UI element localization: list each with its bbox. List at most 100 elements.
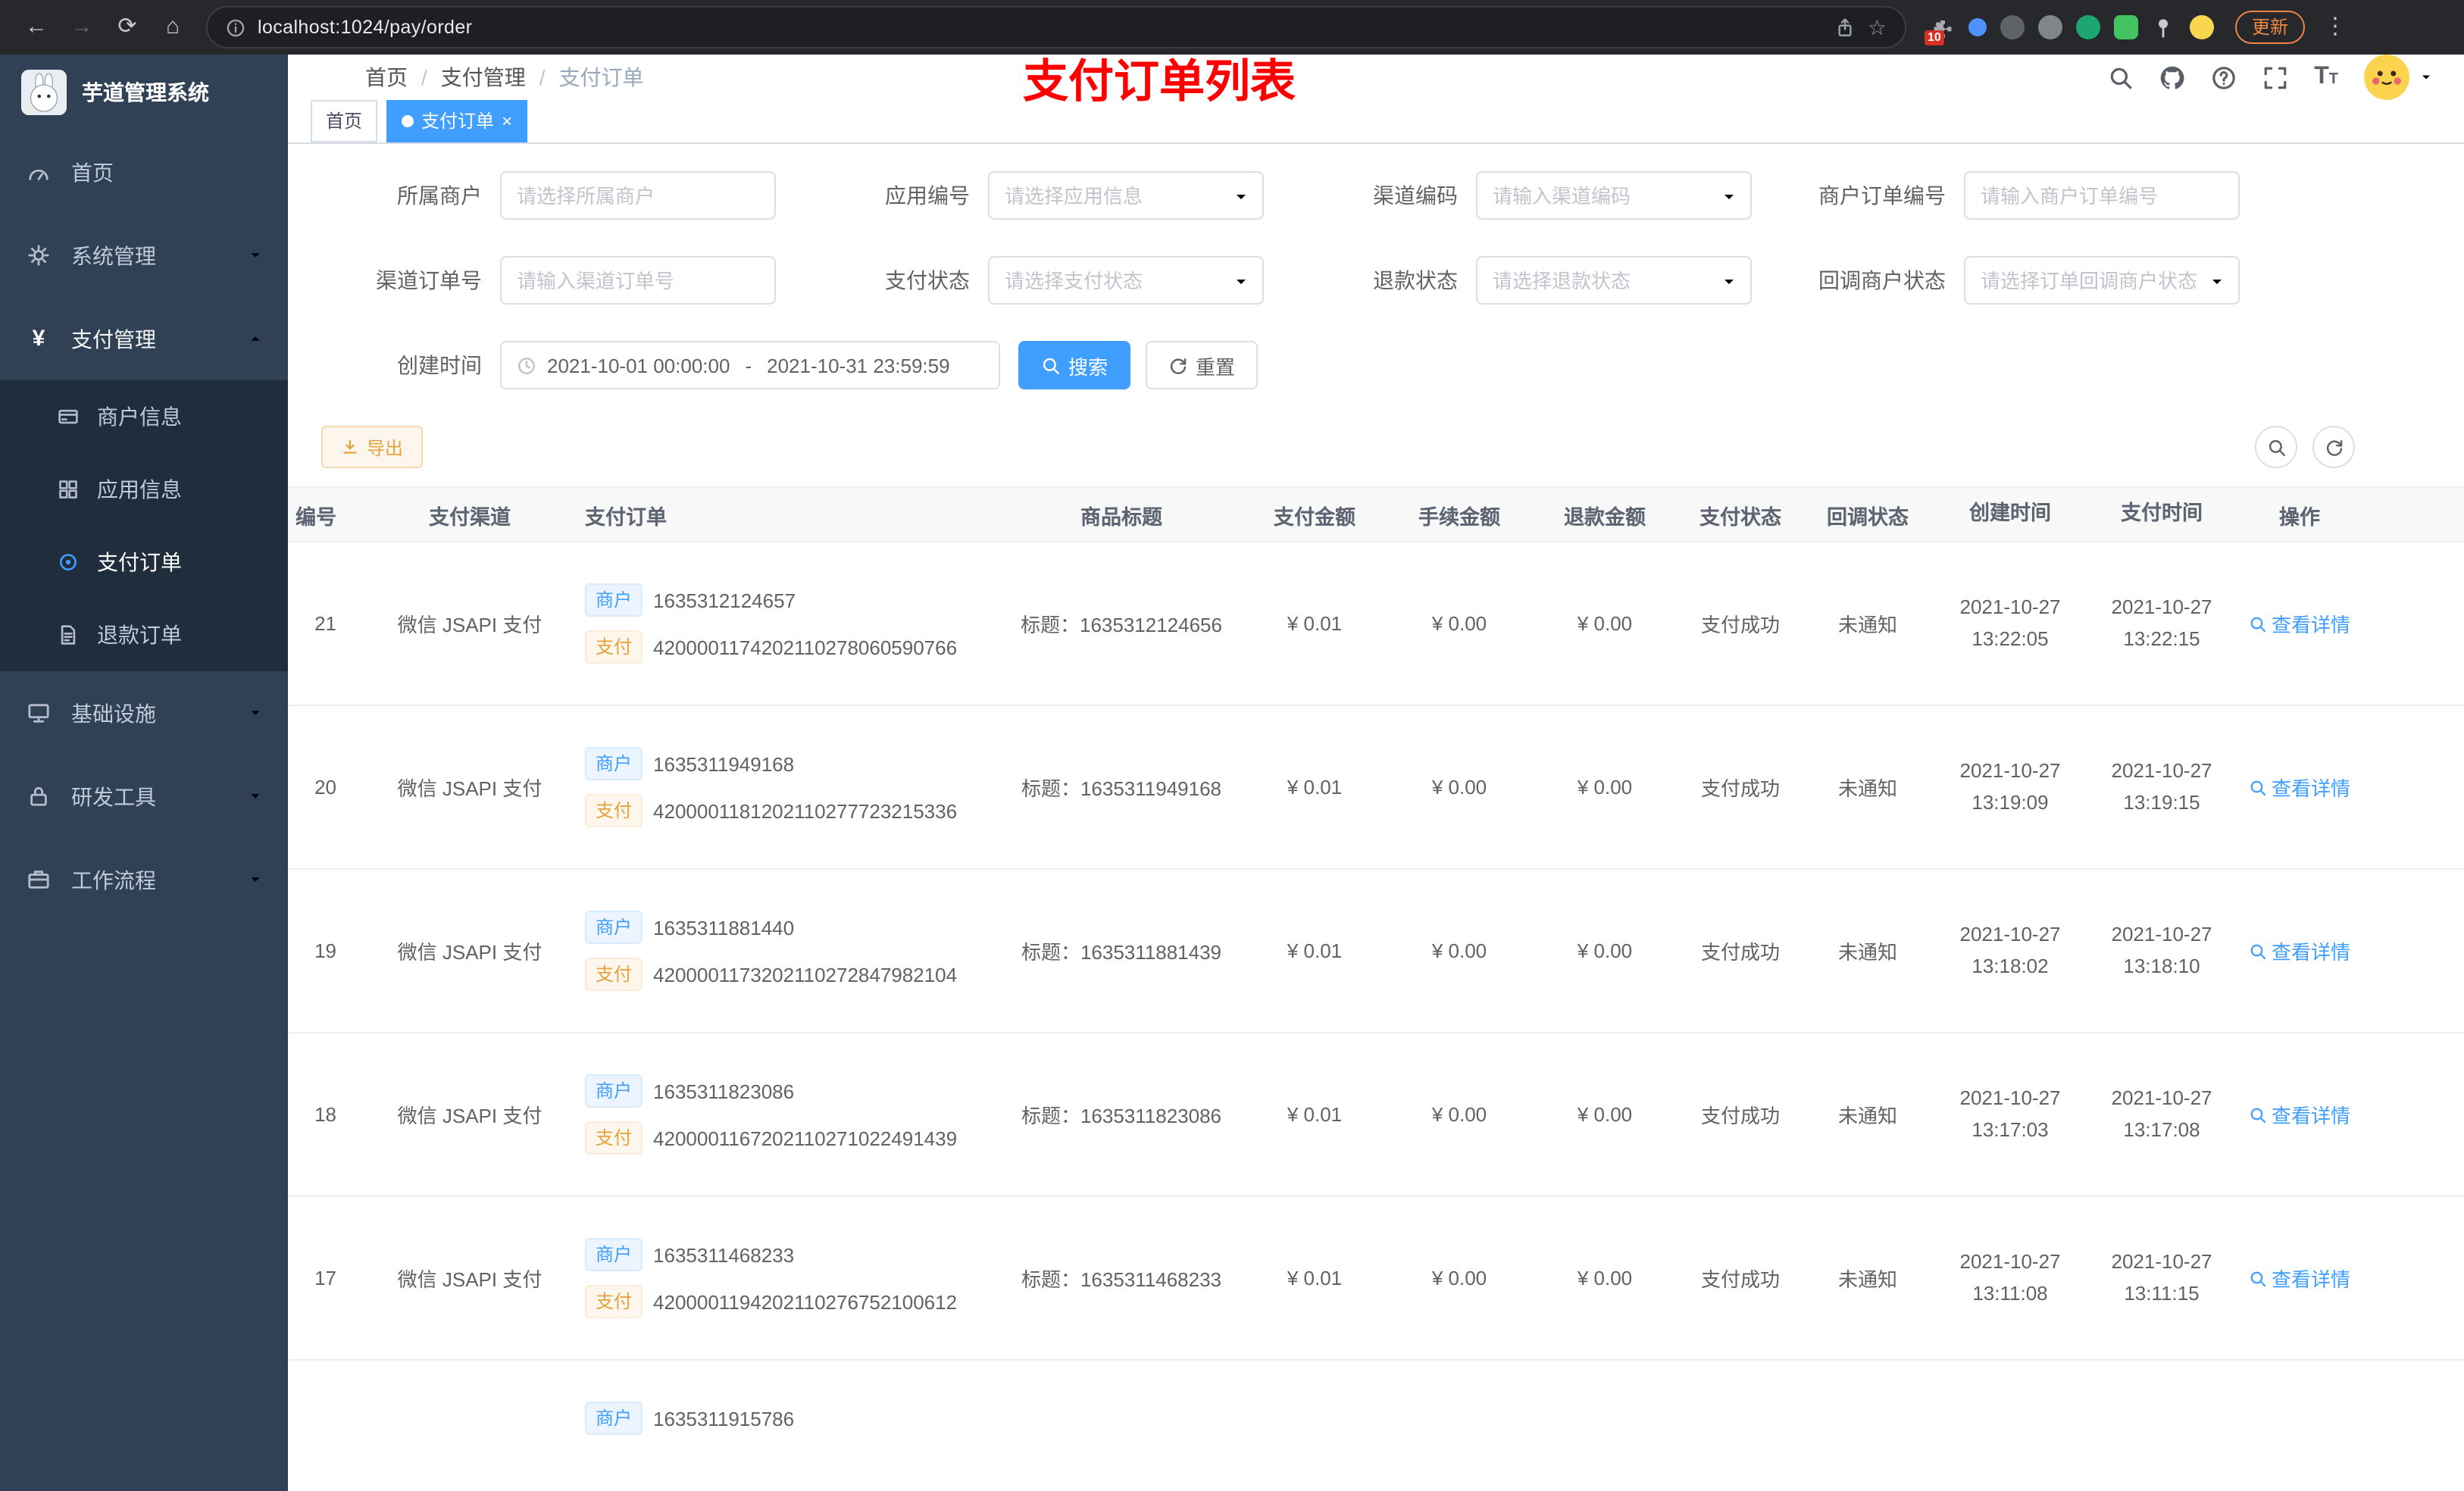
extensions-puzzle-icon[interactable]: 10 xyxy=(1925,15,1955,45)
col-amount: 支付金额 xyxy=(1274,505,1356,528)
sidebar-item-merchant-info[interactable]: 商户信息 xyxy=(0,380,288,453)
breadcrumb-home[interactable]: 首页 xyxy=(365,62,408,92)
extension-icon-6[interactable] xyxy=(2114,15,2138,39)
channel-code-input[interactable] xyxy=(1477,184,1750,207)
fullscreen-icon[interactable] xyxy=(2262,64,2288,90)
extension-icon-3[interactable] xyxy=(2000,15,2025,39)
menu-label: 支付订单 xyxy=(97,550,182,574)
search-button[interactable]: 搜索 xyxy=(1018,341,1131,389)
date-range-picker[interactable]: 2021-10-01 00:00:00 - 2021-10-31 23:59:5… xyxy=(500,341,1000,389)
breadcrumb: 首页 / 支付管理 / 支付订单 xyxy=(365,62,644,92)
refresh-icon xyxy=(1168,355,1188,375)
view-detail-label: 查看详情 xyxy=(2271,1268,2350,1291)
date-start[interactable]: 2021-10-01 00:00:00 xyxy=(547,354,730,377)
cell-channel: 微信 JSAPI 支付 xyxy=(397,614,543,636)
clock-icon xyxy=(517,355,536,375)
toggle-search-button[interactable] xyxy=(2255,426,2297,468)
notify-status-select[interactable] xyxy=(1964,256,2240,305)
pay-status-input[interactable] xyxy=(990,269,1262,292)
cell-pay-order: 商户 1635311881440 支付 42000011732021102728… xyxy=(576,904,1000,998)
tab-home[interactable]: 首页 xyxy=(311,100,378,142)
extension-icon-5[interactable] xyxy=(2076,15,2100,39)
breadcrumb-payment[interactable]: 支付管理 xyxy=(441,62,526,92)
sidebar-item-system[interactable]: 系统管理 xyxy=(0,214,288,297)
sidebar-item-devtools[interactable]: 研发工具 xyxy=(0,755,288,838)
merchant-order-line: 商户 1635311823086 xyxy=(585,1074,794,1108)
channel-order-no-input[interactable] xyxy=(502,269,774,292)
channel-order-no-field[interactable] xyxy=(500,256,776,305)
view-detail-link[interactable]: 查看详情 xyxy=(2249,936,2350,965)
app-title: 芋道管理系统 xyxy=(82,80,209,105)
merchant-select[interactable] xyxy=(500,171,776,220)
cell-pay-order: 商户 1635312124657 支付 42000011742021102780… xyxy=(576,577,1000,670)
app-id-input[interactable] xyxy=(990,184,1262,207)
share-icon[interactable] xyxy=(1836,17,1856,37)
sidebar-item-payment[interactable]: ¥ 支付管理 xyxy=(0,297,288,380)
browser-reload-button[interactable]: ⟳ xyxy=(106,6,149,48)
extension-icon-2[interactable] xyxy=(1968,18,1987,36)
sidebar-item-home[interactable]: 首页 xyxy=(0,130,288,214)
extension-pin-icon[interactable] xyxy=(2152,15,2176,39)
yen-icon: ¥ xyxy=(32,326,45,352)
site-info-icon[interactable] xyxy=(226,17,245,37)
view-detail-label: 查看详情 xyxy=(2271,614,2350,636)
dashboard-icon xyxy=(27,161,50,183)
merchant-order-no: 1635312124657 xyxy=(653,589,796,611)
bookmark-star-icon[interactable]: ☆ xyxy=(1868,14,1887,40)
user-menu[interactable] xyxy=(2364,55,2434,100)
reset-button[interactable]: 重置 xyxy=(1146,341,1259,389)
extension-profile-icon[interactable] xyxy=(2190,15,2214,39)
sidebar-toggle-icon[interactable] xyxy=(311,62,341,92)
merchant-order-line: 商户 1635312124657 xyxy=(585,583,796,617)
merchant-input[interactable] xyxy=(502,184,774,207)
menu-label: 首页 xyxy=(71,160,114,184)
export-button[interactable]: 导出 xyxy=(321,426,424,468)
chrome-update-button[interactable]: 更新 xyxy=(2235,11,2306,44)
font-size-icon[interactable]: TT xyxy=(2314,64,2338,89)
pay-date: 2021-10-27 xyxy=(2111,1250,2212,1274)
sidebar-item-infrastructure[interactable]: 基础设施 xyxy=(0,671,288,755)
close-icon[interactable]: × xyxy=(502,112,512,130)
app-id-select[interactable] xyxy=(988,171,1264,220)
pay-tag: 支付 xyxy=(585,1285,643,1318)
search-icon xyxy=(2249,1269,2267,1287)
tab-pay-order[interactable]: 支付订单 × xyxy=(386,100,528,142)
browser-home-button[interactable]: ⌂ xyxy=(152,6,194,48)
sidebar-logo[interactable]: 芋道管理系统 xyxy=(0,55,288,130)
pay-status-select[interactable] xyxy=(988,256,1264,305)
browser-menu-icon[interactable]: ⋮ xyxy=(2314,6,2356,48)
refresh-table-button[interactable] xyxy=(2312,426,2355,468)
refund-status-input[interactable] xyxy=(1477,269,1750,292)
merchant-tag: 商户 xyxy=(585,747,643,780)
cell-refund: ¥ 0.00 xyxy=(1577,939,1633,962)
sidebar-item-app-info[interactable]: 应用信息 xyxy=(0,453,288,526)
github-icon[interactable] xyxy=(2159,64,2185,90)
sidebar-item-workflow[interactable]: 工作流程 xyxy=(0,838,288,921)
browser-back-button[interactable]: ← xyxy=(15,6,58,48)
download-icon xyxy=(341,438,359,456)
sidebar-item-pay-order[interactable]: 支付订单 xyxy=(0,526,288,599)
merchant-order-no-field[interactable] xyxy=(1964,171,2240,220)
channel-code-select[interactable] xyxy=(1476,171,1752,220)
merchant-tag: 商户 xyxy=(585,1402,643,1435)
merchant-order-no-input[interactable] xyxy=(1965,184,2238,207)
sidebar-item-refund-order[interactable]: 退款订单 xyxy=(0,599,288,671)
extensions-area: 10 xyxy=(1918,15,2226,45)
view-detail-link[interactable]: 查看详情 xyxy=(2249,773,2350,802)
pay-time: 13:18:10 xyxy=(2123,954,2200,977)
search-icon[interactable] xyxy=(2108,64,2134,90)
user-avatar[interactable] xyxy=(2364,55,2409,100)
table-toolbar: 导出 xyxy=(288,426,2464,468)
view-detail-link[interactable]: 查看详情 xyxy=(2249,1264,2350,1293)
view-detail-link[interactable]: 查看详情 xyxy=(2249,609,2350,638)
view-detail-link[interactable]: 查看详情 xyxy=(2249,1100,2350,1129)
url-text[interactable]: localhost:1024/pay/order xyxy=(258,17,1824,38)
browser-forward-button[interactable]: → xyxy=(61,6,103,48)
filter-merchant: 所属商户 xyxy=(321,171,809,220)
notify-status-input[interactable] xyxy=(1965,269,2238,292)
refund-status-select[interactable] xyxy=(1476,256,1752,305)
extension-icon-4[interactable] xyxy=(2038,15,2062,39)
help-icon[interactable] xyxy=(2211,64,2237,90)
date-end[interactable]: 2021-10-31 23:59:59 xyxy=(767,354,949,377)
address-bar[interactable]: localhost:1024/pay/order ☆ xyxy=(206,6,1906,48)
